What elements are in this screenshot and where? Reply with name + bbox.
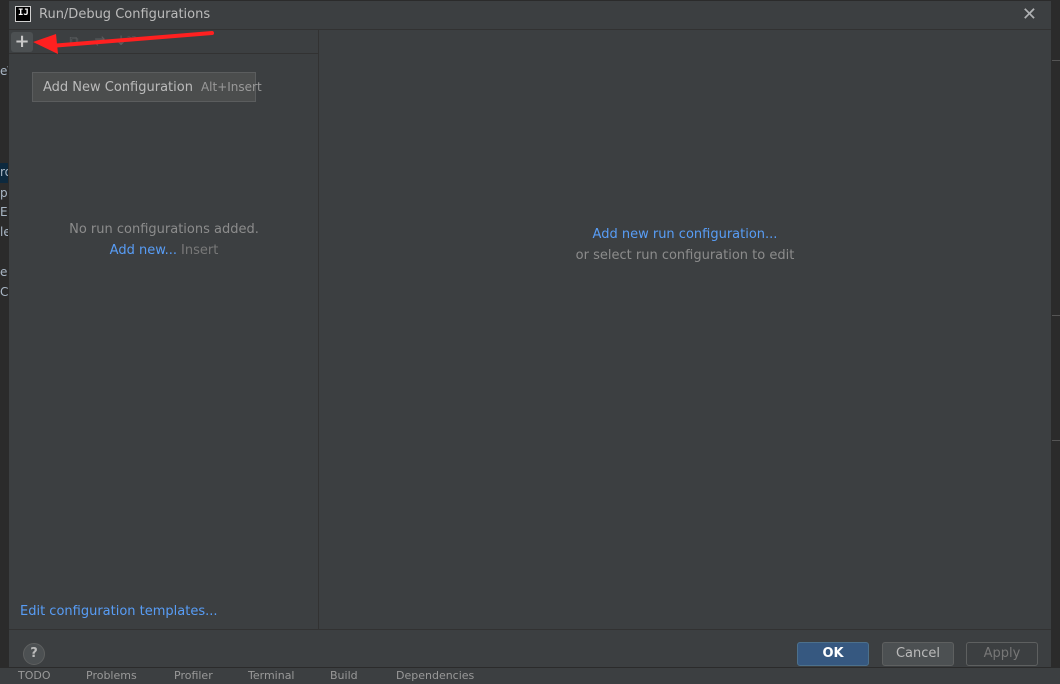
background-tool-window-bar: TODO Problems Profiler Terminal Build De… [0, 668, 1060, 684]
tool-window-profiler[interactable]: Profiler [174, 669, 213, 682]
tool-window-terminal[interactable]: Terminal [248, 669, 295, 682]
add-new-run-configuration-link[interactable]: Add new run configuration... [593, 227, 778, 242]
background-marker [1052, 60, 1060, 61]
background-marker [1052, 315, 1060, 316]
help-button[interactable]: ? [23, 643, 45, 665]
edit-configuration-templates-link[interactable]: Edit configuration templates... [20, 604, 218, 619]
move-to-group-icon[interactable]: ⇄ [89, 32, 111, 52]
empty-configurations-message: No run configurations added. [69, 222, 259, 237]
cancel-button[interactable]: Cancel [882, 642, 954, 666]
background-ide-right-strip [1052, 0, 1060, 684]
background-text-fragment: EE [0, 205, 8, 219]
background-text-fragment: ro [0, 165, 8, 179]
apply-button[interactable]: Apply [966, 642, 1038, 666]
configurations-toolbar: + ⧉ ⇄ ↓ᵃᶻ [9, 30, 318, 54]
background-ide-left-strip: e\ ro p EE le e Co [0, 0, 8, 684]
add-configuration-button[interactable]: + [11, 32, 33, 52]
dialog-title-bar[interactable]: IJ Run/Debug Configurations ✕ [9, 1, 1051, 30]
background-marker [1052, 440, 1060, 441]
select-configuration-hint: or select run configuration to edit [575, 248, 795, 263]
sort-configurations-icon[interactable]: ↓ᵃᶻ [115, 32, 137, 52]
configurations-list-panel: + ⧉ ⇄ ↓ᵃᶻ Add New Configuration Alt+Inser… [9, 30, 319, 629]
background-text-fragment: e [0, 265, 8, 279]
dialog-title: Run/Debug Configurations [39, 7, 211, 22]
copy-configuration-icon[interactable]: ⧉ [63, 32, 85, 52]
add-new-line: Add new... Insert [9, 243, 319, 258]
dialog-footer: ? OK Cancel Apply [9, 629, 1051, 667]
run-debug-configurations-dialog: IJ Run/Debug Configurations ✕ + ⧉ ⇄ ↓ᵃᶻ … [8, 0, 1052, 668]
tooltip-shortcut: Alt+Insert [200, 80, 262, 94]
tool-window-dependencies[interactable]: Dependencies [396, 669, 474, 682]
add-new-link[interactable]: Add new... [110, 243, 177, 258]
background-text-fragment: le [0, 225, 8, 239]
tool-window-problems[interactable]: Problems [86, 669, 137, 682]
add-configuration-tooltip: Add New Configuration Alt+Insert [32, 72, 262, 102]
tool-window-build[interactable]: Build [330, 669, 358, 682]
ok-button[interactable]: OK [797, 642, 869, 666]
right-add-link-line: Add new run configuration... [319, 227, 1051, 242]
background-text-fragment: e\ [0, 64, 8, 78]
tool-window-todo[interactable]: TODO [18, 669, 51, 682]
configuration-details-panel: Add new run configuration... or select r… [319, 30, 1051, 629]
close-icon[interactable]: ✕ [1022, 4, 1037, 26]
background-text-fragment: Co [0, 285, 8, 299]
background-text-fragment: p [0, 186, 8, 200]
tooltip-label: Add New Configuration [43, 80, 193, 95]
add-new-shortcut-hint: Insert [181, 243, 219, 258]
intellij-logo-icon: IJ [15, 6, 31, 22]
